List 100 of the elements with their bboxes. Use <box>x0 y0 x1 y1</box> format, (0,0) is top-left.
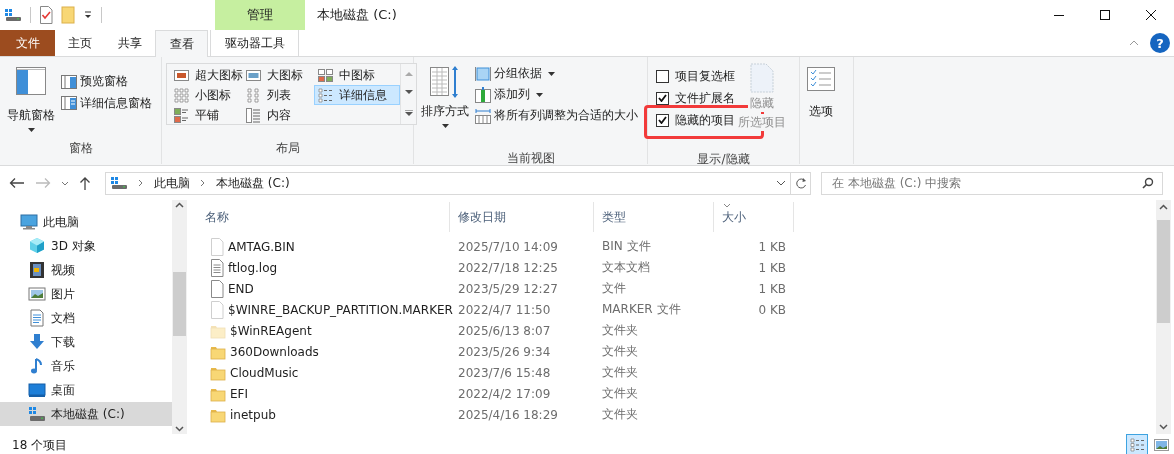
checkmark-icon <box>658 116 667 124</box>
checkbox-label[interactable]: 隐藏的项目 <box>675 111 735 129</box>
breadcrumb[interactable]: 本地磁盘 (C:) <box>216 174 290 192</box>
layout-option[interactable]: 列表 <box>242 85 314 105</box>
page-icon <box>750 63 774 93</box>
checkbox[interactable] <box>656 113 669 127</box>
preview-pane-button[interactable]: 预览窗格 <box>58 71 155 93</box>
details-pane-button[interactable]: 详细信息窗格 <box>58 92 155 114</box>
file-name[interactable]: 360Downloads <box>230 344 319 359</box>
nav-item[interactable]: 3D 对象 <box>0 234 172 258</box>
ribbon-tab[interactable]: 主页 <box>55 30 105 56</box>
help-button[interactable]: ? <box>1150 33 1170 53</box>
file-name[interactable]: $WinREAgent <box>230 323 312 338</box>
group-label: 窗格 <box>68 141 93 155</box>
recent-dropdown-icon[interactable] <box>61 180 69 186</box>
dropdown-icon[interactable] <box>776 180 786 186</box>
column-header[interactable]: 修改日期 <box>450 202 594 232</box>
layout-option[interactable]: 超大图标 <box>170 65 242 85</box>
checkbox[interactable] <box>656 69 669 83</box>
layout-option[interactable]: 中图标 <box>314 65 400 85</box>
file-name[interactable]: CloudMusic <box>230 365 299 380</box>
sort-by-button[interactable]: 排序方式 <box>418 63 472 148</box>
maximize-icon[interactable] <box>1099 9 1111 21</box>
drive-icon <box>110 176 128 190</box>
file-name[interactable]: ftlog.log <box>228 260 278 275</box>
table-cell: 文本文档 <box>602 260 650 274</box>
file-name[interactable]: EFI <box>230 386 249 401</box>
details-view-icon <box>1129 438 1145 452</box>
options-button[interactable]: 选项 <box>804 63 838 138</box>
nav-item[interactable]: 下载 <box>0 330 172 354</box>
table-cell: 0 KB <box>758 302 786 317</box>
column-header[interactable]: 大小 <box>714 202 794 232</box>
search-box[interactable]: 在 本地磁盘 (C:) 中搜索 <box>821 171 1163 195</box>
nav-item[interactable]: 文档 <box>0 306 172 330</box>
file-name[interactable]: inetpub <box>230 407 276 422</box>
navigation-pane-button[interactable]: 导航窗格 <box>4 63 58 138</box>
layout-option[interactable]: 平铺 <box>170 105 242 125</box>
checkbox[interactable] <box>656 91 669 105</box>
checkbox-label[interactable]: 文件扩展名 <box>675 89 735 107</box>
navigation-pane-icon <box>16 67 46 95</box>
group-by-button[interactable]: 分组依据 <box>472 63 641 84</box>
dropdown-caret-icon <box>548 71 555 76</box>
nav-item[interactable]: 桌面 <box>0 378 172 402</box>
down-arrow-icon <box>28 333 46 351</box>
scroll-down-icon[interactable] <box>1159 424 1168 430</box>
picture-icon <box>28 285 46 303</box>
collapse-ribbon-icon[interactable] <box>1128 38 1140 48</box>
file-name[interactable]: $WINRE_BACKUP_PARTITION.MARKER <box>228 302 453 317</box>
size-columns-button[interactable]: 将所有列调整为合适的大小 <box>472 105 641 126</box>
file-name[interactable]: AMTAG.BIN <box>228 239 295 254</box>
gallery-down-icon[interactable] <box>404 90 413 96</box>
breadcrumb[interactable]: 此电脑 <box>154 174 190 192</box>
monitor-icon <box>28 381 46 399</box>
column-header[interactable]: 名称 <box>200 202 450 232</box>
nav-item[interactable]: 此电脑 <box>0 210 172 234</box>
close-icon[interactable] <box>1145 9 1157 21</box>
details-pane-icon <box>61 96 77 111</box>
back-icon[interactable] <box>9 177 25 189</box>
scroll-down-icon[interactable] <box>175 426 184 432</box>
checkmark-icon <box>658 94 667 102</box>
properties-icon[interactable] <box>39 6 53 24</box>
layout-icon <box>318 67 333 83</box>
column-header[interactable]: 类型 <box>594 202 714 232</box>
ribbon-tab[interactable]: 文件 <box>0 30 55 56</box>
scroll-up-icon[interactable] <box>175 202 184 208</box>
layout-icon <box>246 87 261 103</box>
up-icon[interactable] <box>79 176 91 190</box>
file-name[interactable]: END <box>228 281 254 296</box>
checkbox-label[interactable]: 项目复选框 <box>675 67 735 85</box>
nav-item[interactable]: 音乐 <box>0 354 172 378</box>
layout-option[interactable]: 内容 <box>242 105 314 125</box>
view-toggle[interactable] <box>1126 434 1148 454</box>
table-cell: 2022/7/18 12:25 <box>458 260 558 275</box>
table-cell: 1 KB <box>758 281 786 296</box>
drive-icon <box>4 8 22 22</box>
ribbon-tab[interactable]: 驱动器工具 <box>210 30 299 56</box>
refresh-icon[interactable] <box>794 177 807 189</box>
ribbon-tab[interactable]: 共享 <box>105 30 155 56</box>
sort-icon <box>430 65 460 99</box>
nav-item[interactable]: 图片 <box>0 282 172 306</box>
table-cell: 文件夹 <box>602 323 638 337</box>
nav-item[interactable]: 本地磁盘 (C:) <box>0 402 172 426</box>
ribbon-tab[interactable]: 查看 <box>155 30 208 57</box>
scroll-up-icon[interactable] <box>1159 204 1168 210</box>
table-cell: 2023/5/26 9:34 <box>458 344 551 359</box>
document-icon <box>28 309 46 327</box>
search-field[interactable]: 在 本地磁盘 (C:) 中搜索 <box>830 175 1142 191</box>
gallery-expand-icon[interactable] <box>404 109 413 117</box>
add-columns-button[interactable]: 添加列 <box>472 84 641 105</box>
layout-option[interactable]: 大图标 <box>242 65 314 85</box>
layout-option[interactable]: 小图标 <box>170 85 242 105</box>
chevron-icon <box>138 179 144 187</box>
window-title: 本地磁盘 (C:) <box>317 6 397 24</box>
customize-caret-icon[interactable] <box>83 10 93 20</box>
context-tab-label: 管理 <box>215 0 305 30</box>
layout-option[interactable]: 详细信息 <box>314 85 400 105</box>
scrollbar-thumb[interactable] <box>1157 220 1170 323</box>
sort-caret-icon <box>723 203 731 208</box>
nav-item[interactable]: 视频 <box>0 258 172 282</box>
scrollbar-thumb[interactable] <box>173 272 186 336</box>
